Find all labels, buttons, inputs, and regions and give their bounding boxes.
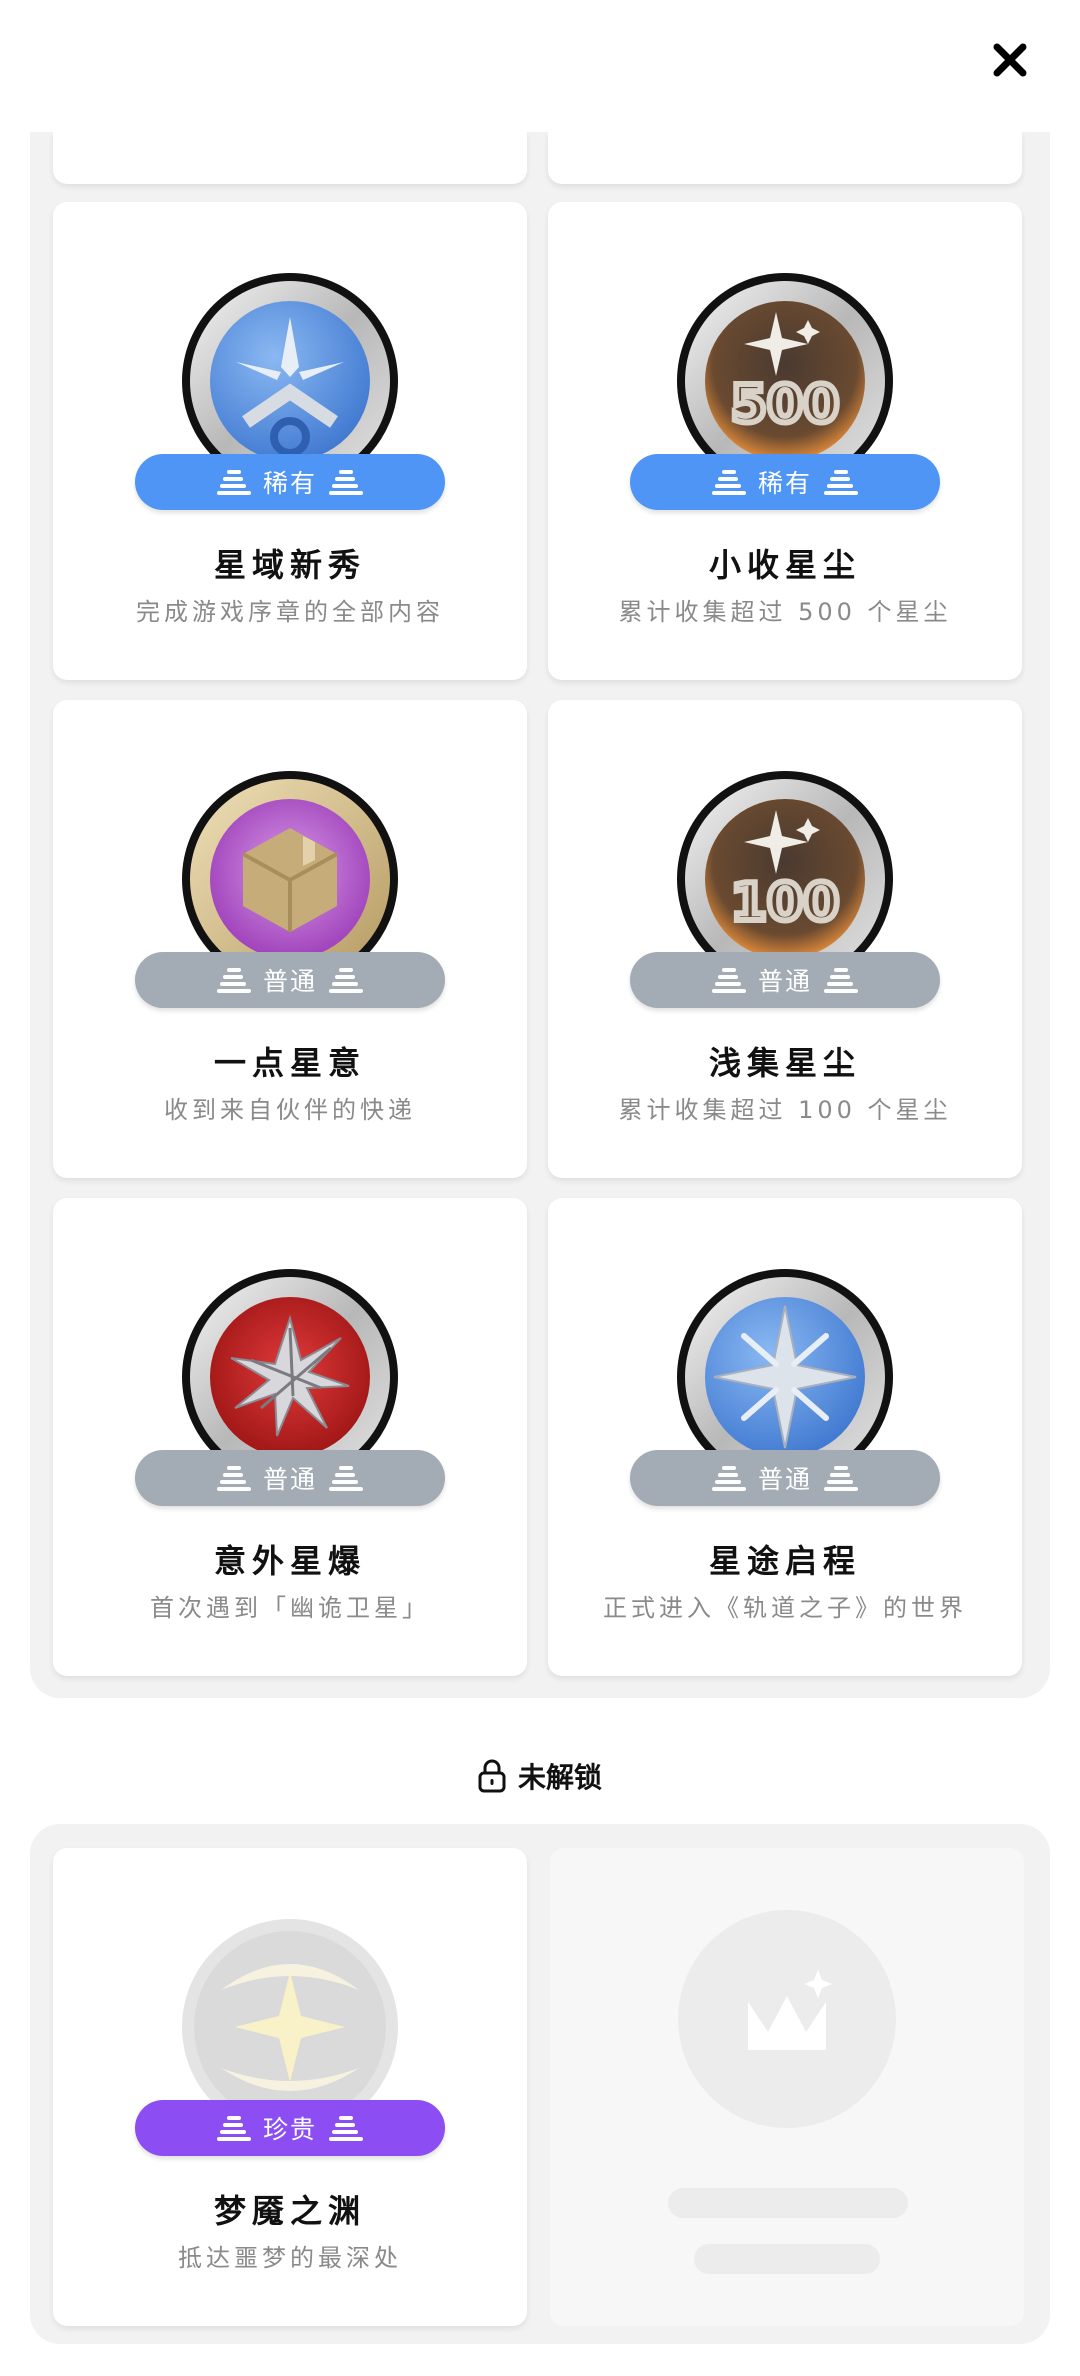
placeholder-title [668,2188,908,2218]
rarity-tag: 稀有 [135,454,445,510]
rarity-tag: 稀有 [630,454,940,510]
rarity-tag: 普通 [630,1450,940,1506]
badge-desc: 首次遇到「幽诡卫星」 [150,1594,430,1622]
stack-left-icon [217,2114,251,2142]
badge-card[interactable]: 普通 星途启程 正式进入《轨道之子》的世界 [548,1198,1022,1676]
stack-right-icon [329,1464,363,1492]
badge-card[interactable]: 500 稀有 小收星尘 累计收集超过 500 个星尘 [548,202,1022,680]
placeholder-badge [678,1910,896,2128]
stack-right-icon [824,468,858,496]
close-button[interactable] [990,40,1030,80]
svg-text:500: 500 [731,375,840,435]
badge-card[interactable]: 普通 意外星爆 首次遇到「幽诡卫星」 [53,1198,527,1676]
stack-right-icon [824,966,858,994]
unlocked-badges-panel: 稀有 星域新秀 完成游戏序章的全部内容 500 稀有 小收星尘 累计收集超过 5… [30,132,1050,1698]
badge-desc: 正式进入《轨道之子》的世界 [603,1594,967,1622]
stack-left-icon [712,468,746,496]
stack-left-icon [217,1464,251,1492]
locked-section-label: 未解锁 [517,1761,602,1794]
badge-card-partial[interactable] [53,132,527,184]
rarity-tag: 普通 [630,952,940,1008]
stack-left-icon [217,966,251,994]
badge-title: 意外星爆 [213,1542,366,1580]
rarity-tag: 珍贵 [135,2100,445,2156]
crown-sparkle-icon [748,1970,832,2050]
badge-card[interactable]: 普通 一点星意 收到来自伙伴的快递 [53,700,527,1178]
rarity-label: 稀有 [262,469,317,498]
rarity-label: 普通 [757,1465,812,1494]
rarity-tag: 普通 [135,952,445,1008]
badge-desc: 抵达噩梦的最深处 [178,2244,402,2272]
badge-title: 梦魇之渊 [213,2192,366,2230]
badge-card[interactable]: 100 普通 浅集星尘 累计收集超过 100 个星尘 [548,700,1022,1178]
badge-title: 小收星尘 [708,546,861,584]
rarity-tag: 普通 [135,1450,445,1506]
rarity-label: 普通 [262,967,317,996]
svg-text:100: 100 [731,873,840,933]
stack-right-icon [329,2114,363,2142]
stack-left-icon [712,1464,746,1492]
badge-title: 星途启程 [708,1542,861,1580]
badge-desc: 完成游戏序章的全部内容 [136,598,444,626]
lock-icon [478,1759,506,1793]
badge-card[interactable]: 稀有 星域新秀 完成游戏序章的全部内容 [53,202,527,680]
rarity-label: 珍贵 [262,2115,317,2144]
rarity-label: 稀有 [757,469,812,498]
badge-title: 星域新秀 [213,546,366,584]
placeholder-desc [694,2244,880,2274]
badge-card-placeholder [550,1848,1024,2326]
badge-title: 浅集星尘 [708,1044,861,1082]
locked-section-header: 未解锁 [0,1756,1080,1796]
close-icon [993,43,1027,77]
badge-desc: 累计收集超过 100 个星尘 [618,1096,952,1124]
stack-left-icon [712,966,746,994]
badge-card-partial[interactable] [548,132,1022,184]
stack-right-icon [824,1464,858,1492]
badge-card-locked[interactable]: 珍贵 梦魇之渊 抵达噩梦的最深处 [53,1848,527,2326]
badge-desc: 累计收集超过 500 个星尘 [618,598,952,626]
badge-title: 一点星意 [213,1044,366,1082]
rarity-label: 普通 [757,967,812,996]
stack-right-icon [329,966,363,994]
stack-right-icon [329,468,363,496]
stack-left-icon [217,468,251,496]
rarity-label: 普通 [262,1465,317,1494]
badge-desc: 收到来自伙伴的快递 [164,1096,416,1124]
